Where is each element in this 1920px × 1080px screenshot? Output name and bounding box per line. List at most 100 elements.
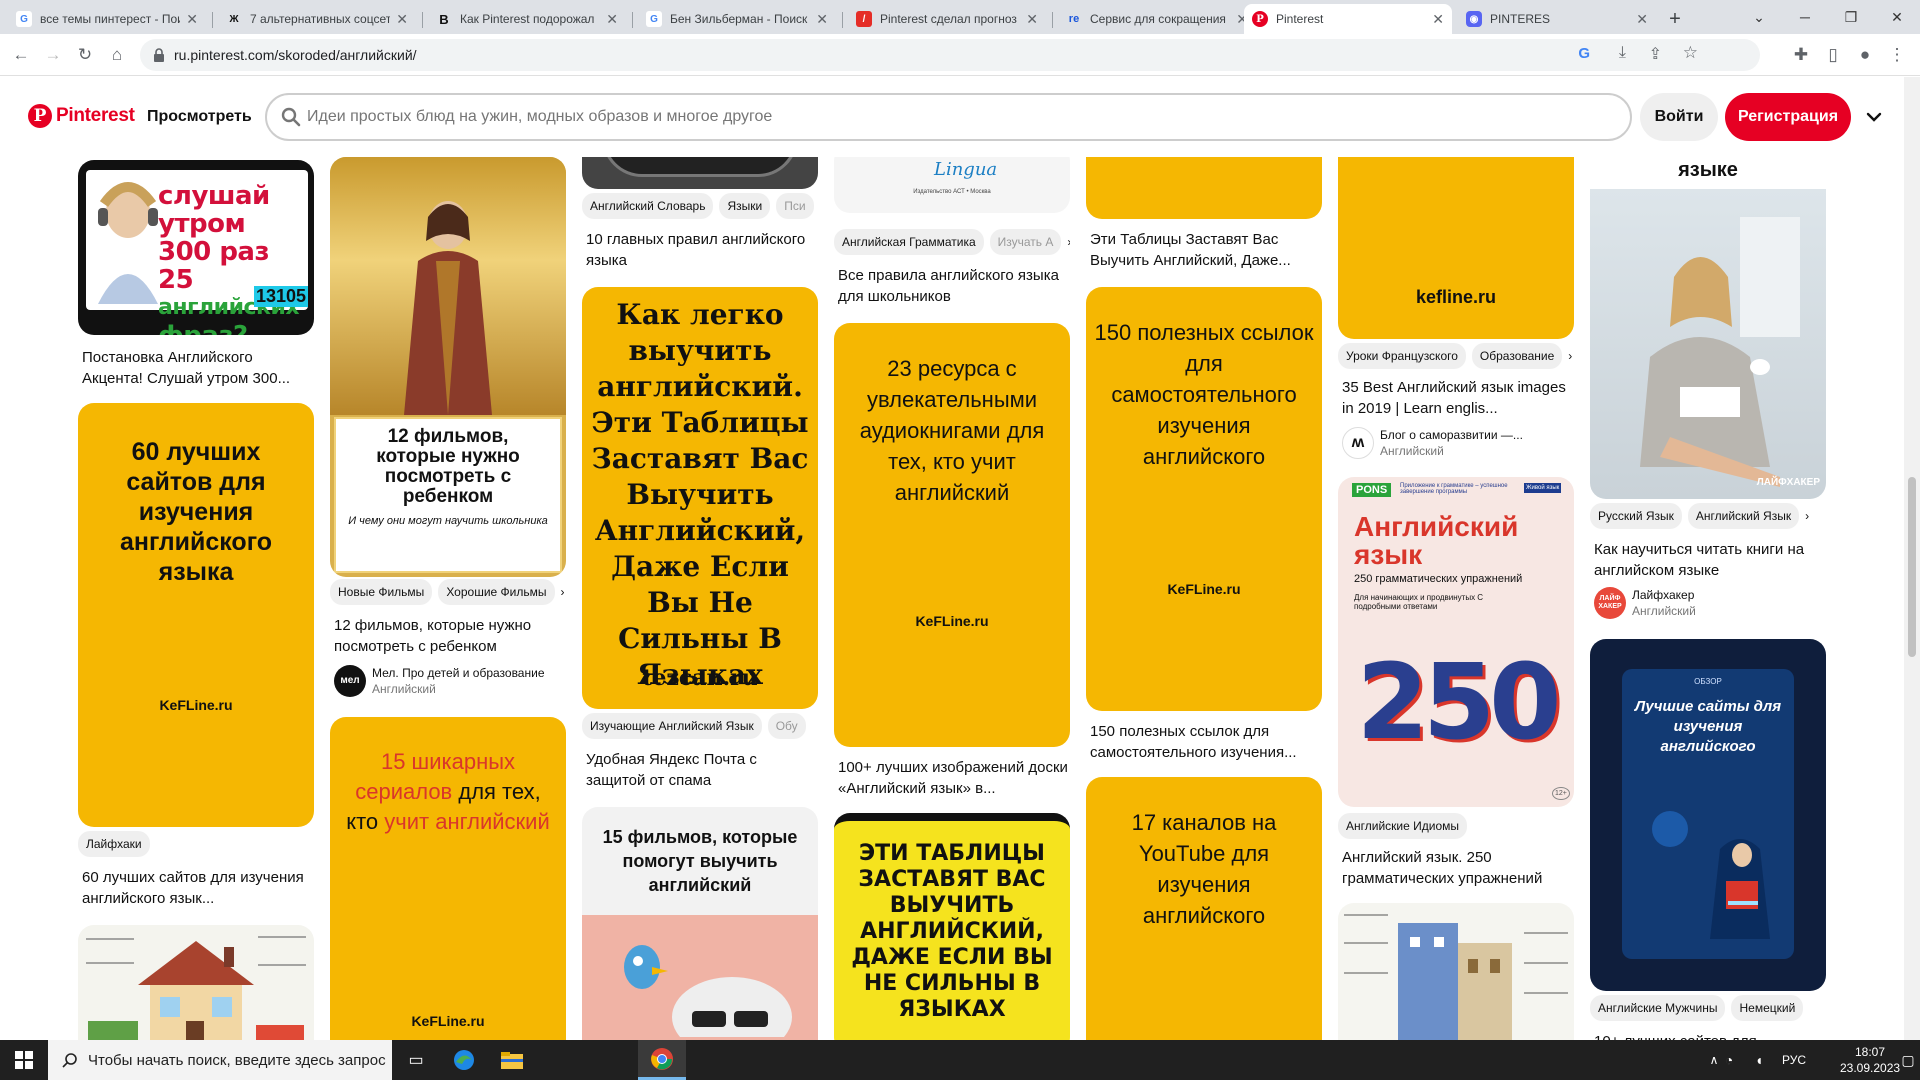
wifi-icon[interactable]: ◔ bbox=[1714, 1040, 1744, 1080]
reload-icon[interactable]: ↻ bbox=[72, 42, 98, 68]
pin-c2-1-source[interactable]: мел Мел. Про детей и образование Английск… bbox=[334, 665, 564, 697]
close-tab-icon[interactable]: ✕ bbox=[1432, 11, 1444, 28]
pinterest-logo[interactable]: P Pinterest bbox=[28, 104, 135, 128]
task-view-icon[interactable]: ▭ bbox=[392, 1040, 440, 1080]
tag[interactable]: Английский Словарь bbox=[582, 193, 714, 219]
pin-c5-3-image[interactable]: 17 каналов на YouTube для изучения англи… bbox=[1086, 777, 1322, 1040]
page-scrollbar[interactable] bbox=[1904, 77, 1920, 1040]
pin-c3-2-image[interactable]: Как легко выучить английский. Эти Таблиц… bbox=[582, 287, 818, 709]
language-indicator[interactable]: РУС bbox=[1774, 1040, 1814, 1080]
tab-5[interactable]: / Pinterest сделал прогноз ✕ bbox=[848, 4, 1046, 34]
restore-icon[interactable]: ❐ bbox=[1828, 0, 1874, 34]
tag[interactable]: Пси bbox=[776, 193, 814, 219]
pin-c6-2-image[interactable]: PONS Приложение к грамматике – успешное … bbox=[1338, 477, 1574, 807]
tab-2[interactable]: Ж 7 альтернативных соцсет ✕ bbox=[218, 4, 416, 34]
tag[interactable]: Изучающие Английский Язык bbox=[582, 713, 762, 739]
tag[interactable]: Английские Мужчины bbox=[1590, 995, 1726, 1021]
search-input[interactable] bbox=[307, 105, 1607, 129]
chevron-down-icon[interactable] bbox=[1864, 107, 1884, 127]
forward-icon[interactable]: → bbox=[40, 42, 66, 68]
pin-c6-3-image[interactable] bbox=[1338, 903, 1574, 1040]
install-icon[interactable]: ⤓ bbox=[1619, 44, 1626, 62]
tag[interactable]: Изучать А bbox=[989, 229, 1062, 255]
pin-c6-1-image[interactable]: kefline.ru bbox=[1338, 157, 1574, 339]
pin-c7-2-image[interactable]: ОБЗОР Лучшие сайты для изучения английск… bbox=[1590, 639, 1826, 991]
pin-c4-2-title[interactable]: 100+ лучших изображений доски «Английски… bbox=[838, 757, 1068, 799]
tab-search-chevron-icon[interactable]: ⌄ bbox=[1736, 0, 1782, 34]
pin-c4-2-image[interactable]: 23 ресурса с увлекательными аудиокнигами… bbox=[834, 323, 1070, 747]
tag[interactable]: Языки bbox=[719, 193, 771, 219]
file-explorer-icon[interactable] bbox=[488, 1040, 536, 1080]
search-box[interactable] bbox=[265, 93, 1632, 141]
taskbar-search[interactable]: Чтобы начать поиск, введите здесь запрос bbox=[48, 1040, 392, 1080]
pin-c1-2-image[interactable]: 60 лучших сайтов для изучения английског… bbox=[78, 403, 314, 827]
pin-c5-2-title[interactable]: 150 полезных ссылок для самостоятельного… bbox=[1090, 721, 1320, 763]
google-lens-icon[interactable]: G bbox=[1578, 45, 1590, 62]
side-panel-icon[interactable]: ▯ bbox=[1820, 42, 1846, 68]
tag[interactable]: Лайфхаки bbox=[78, 831, 150, 857]
pin-c4-3-image[interactable]: ЭТИ ТАБЛИЦЫ ЗАСТАВЯТ ВАС ВЫУЧИТЬ АНГЛИЙС… bbox=[834, 813, 1070, 1040]
close-tab-icon[interactable]: ✕ bbox=[1636, 11, 1648, 28]
pin-c3-1-title[interactable]: 10 главных правил английского языка bbox=[586, 229, 816, 271]
tab-3[interactable]: B Как Pinterest подорожал ✕ bbox=[428, 4, 626, 34]
tab-6[interactable]: re Сервис для сокращения ✕ bbox=[1058, 4, 1256, 34]
signup-button[interactable]: Регистрация bbox=[1725, 93, 1851, 141]
close-tab-icon[interactable]: ✕ bbox=[816, 11, 828, 28]
close-window-icon[interactable]: ✕ bbox=[1874, 0, 1920, 34]
pin-c6-1-title[interactable]: 35 Best Английский язык images in 2019 |… bbox=[1342, 377, 1572, 419]
pin-c7-1-title[interactable]: Как научиться читать книги на английском… bbox=[1594, 539, 1824, 581]
edge-icon[interactable] bbox=[440, 1040, 488, 1080]
close-tab-icon[interactable]: ✕ bbox=[606, 11, 618, 28]
tag[interactable]: Немецкий bbox=[1731, 995, 1804, 1021]
login-button[interactable]: Войти bbox=[1640, 93, 1718, 141]
tag[interactable]: Английские Идиомы bbox=[1338, 813, 1467, 839]
pin-c2-1-image[interactable]: 12 фильмов, которые нужно посмотреть с р… bbox=[330, 157, 566, 577]
pin-c3-1-image[interactable] bbox=[582, 157, 818, 189]
tab-7-active[interactable]: P Pinterest ✕ bbox=[1244, 4, 1452, 34]
pin-c5-1-title[interactable]: Эти Таблицы Заставят Вас Выучить Английс… bbox=[1090, 229, 1320, 271]
pin-c6-2-title[interactable]: Английский язык. 250 грамматических упра… bbox=[1342, 847, 1572, 889]
extensions-icon[interactable]: ✚ bbox=[1788, 42, 1814, 68]
url-text[interactable]: ru.pinterest.com/skoroded/английский/ bbox=[174, 47, 417, 63]
tag[interactable]: Обу bbox=[767, 713, 806, 739]
new-tab-button[interactable]: + bbox=[1660, 4, 1690, 34]
pin-c5-1-image[interactable] bbox=[1086, 157, 1322, 219]
taskbar-clock[interactable]: 18:07 23.09.2023 bbox=[1840, 1044, 1900, 1076]
chevron-right-icon[interactable]: › bbox=[1805, 503, 1809, 529]
chevron-right-icon[interactable]: › bbox=[1067, 229, 1070, 255]
pin-c7-2-title[interactable]: 10+ лучших сайтов для... bbox=[1594, 1031, 1824, 1040]
bookmark-star-icon[interactable]: ☆ bbox=[1683, 43, 1698, 63]
tag[interactable]: Уроки Французского bbox=[1338, 343, 1466, 369]
tag[interactable]: Русский Язык bbox=[1590, 503, 1682, 529]
home-icon[interactable]: ⌂ bbox=[104, 42, 130, 68]
close-tab-icon[interactable]: ✕ bbox=[186, 11, 198, 28]
pin-c2-1-title[interactable]: 12 фильмов, которые нужно посмотреть с р… bbox=[334, 615, 564, 657]
chevron-right-icon[interactable]: › bbox=[1568, 343, 1572, 369]
pin-c4-1-image[interactable]: Lingua Издательство АСТ • Москва bbox=[834, 157, 1070, 213]
tab-1[interactable]: G все темы пинтерест - Поис ✕ bbox=[8, 4, 206, 34]
tag[interactable]: Английская Грамматика bbox=[834, 229, 984, 255]
start-button[interactable] bbox=[0, 1040, 48, 1080]
pin-c5-2-image[interactable]: 150 полезных ссылок для самостоятельного… bbox=[1086, 287, 1322, 711]
tag[interactable]: Новые Фильмы bbox=[330, 579, 433, 605]
scrollbar-thumb[interactable] bbox=[1908, 477, 1916, 657]
tag[interactable]: Хорошие Фильмы bbox=[438, 579, 555, 605]
pin-c7-1-source[interactable]: ЛАЙФ ХАКЕР Лайфхакер Английский bbox=[1594, 587, 1824, 619]
share-icon[interactable]: ⇪ bbox=[1649, 44, 1662, 64]
pin-c3-2-title[interactable]: Удобная Яндекс Почта с защитой от спама bbox=[586, 749, 816, 791]
volume-icon[interactable]: ◖ bbox=[1744, 1040, 1774, 1080]
tab-8[interactable]: ◉ PINTERES ✕ bbox=[1458, 4, 1656, 34]
address-bar[interactable]: ru.pinterest.com/skoroded/английский/ G … bbox=[140, 39, 1760, 71]
pin-c4-1-title[interactable]: Все правила английского языка для школьн… bbox=[838, 265, 1068, 307]
pin-c1-2-title[interactable]: 60 лучших сайтов для изучения английског… bbox=[82, 867, 312, 909]
pin-c3-3-image[interactable]: 15 фильмов, которые помогут выучить англ… bbox=[582, 807, 818, 1040]
back-icon[interactable]: ← bbox=[8, 42, 34, 68]
pin-c2-2-image[interactable]: 15 шикарных сериалов для тех, кто учит а… bbox=[330, 717, 566, 1040]
menu-dots-icon[interactable]: ⋮ bbox=[1884, 42, 1910, 68]
explore-link[interactable]: Просмотреть bbox=[147, 108, 252, 126]
tag[interactable]: Образование bbox=[1471, 343, 1563, 369]
pin-c1-1-title[interactable]: Постановка Английского Акцента! Слушай у… bbox=[82, 347, 312, 389]
tag[interactable]: Английский Язык bbox=[1687, 503, 1800, 529]
pin-c7-1-image[interactable]: языке ЛАЙФХАКЕР bbox=[1590, 157, 1826, 499]
pin-c6-1-source[interactable]: ʍ Блог о саморазвитии —... Английский bbox=[1342, 427, 1572, 459]
